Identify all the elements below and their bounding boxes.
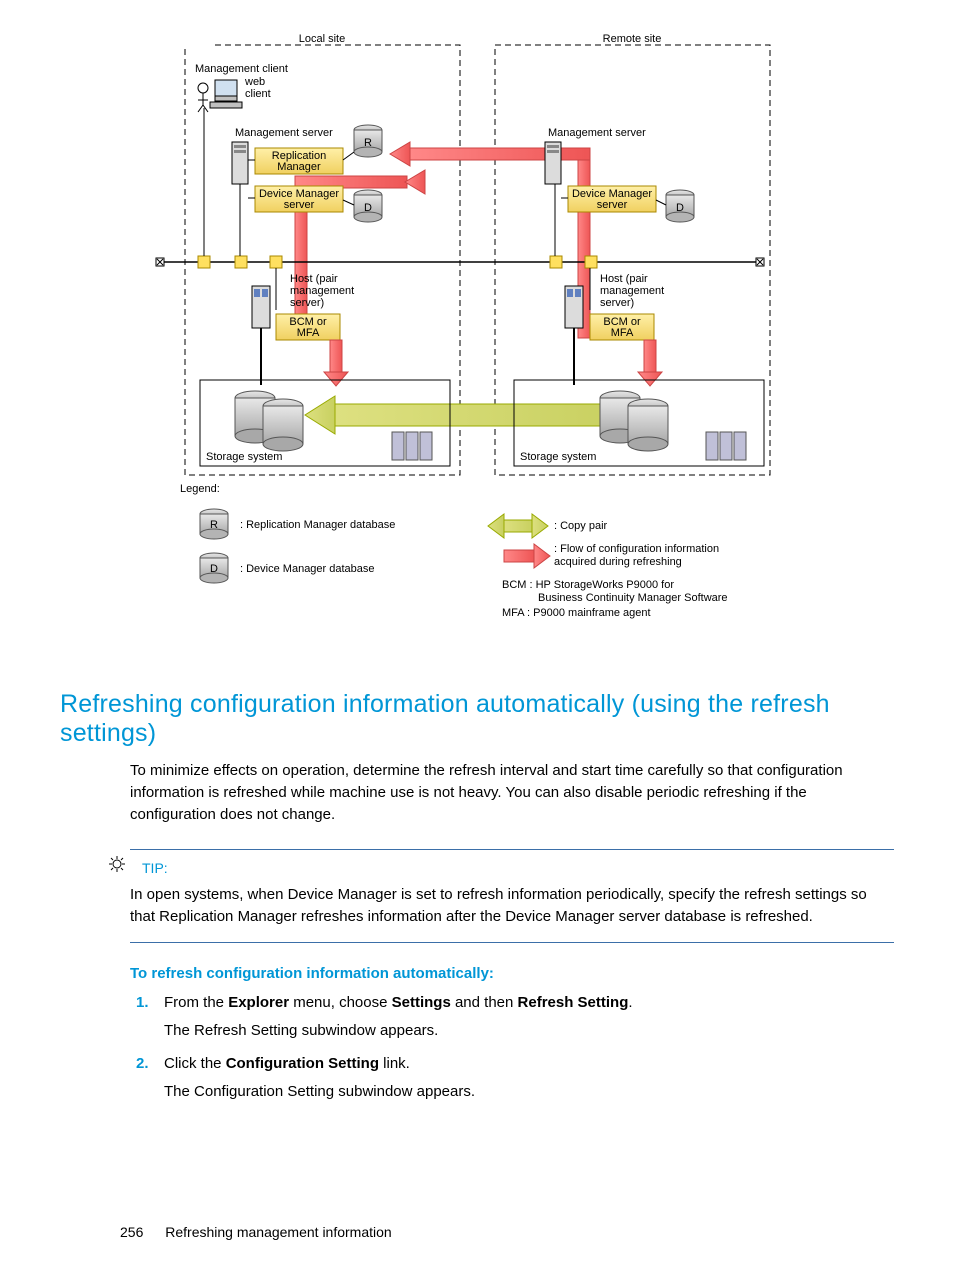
svg-text:Host (pair: Host (pair: [290, 273, 338, 285]
step-1: From the Explorer menu, choose Settings …: [158, 992, 894, 1043]
svg-text:R: R: [210, 519, 218, 531]
svg-text:BCM : HP StorageWorks P9000 fo: BCM : HP StorageWorks P9000 for: [502, 579, 674, 591]
legend-label: Legend:: [180, 483, 220, 495]
intro-paragraph: To minimize effects on operation, determ…: [130, 760, 894, 825]
svg-text:Storage system: Storage system: [520, 451, 596, 463]
svg-text:Manager: Manager: [277, 161, 321, 173]
svg-text:: Device Manager database: : Device Manager database: [240, 563, 375, 575]
svg-text:Host (pair: Host (pair: [600, 273, 648, 285]
tip-box: TIP: In open systems, when Device Manage…: [130, 849, 894, 943]
svg-text:: Replication Manager database: : Replication Manager database: [240, 519, 395, 531]
svg-text:management: management: [290, 285, 354, 297]
svg-text:management: management: [600, 285, 664, 297]
svg-text:server): server): [290, 297, 324, 309]
svg-text:server: server: [597, 199, 628, 211]
footer-title: Refreshing management information: [165, 1224, 391, 1240]
svg-text:server: server: [284, 199, 315, 211]
procedure-list: From the Explorer menu, choose Settings …: [130, 992, 894, 1104]
mgmt-client-label: Management client: [195, 63, 288, 75]
architecture-diagram: Local site Remote site Management client…: [140, 30, 894, 650]
remote-site-label: Remote site: [603, 33, 662, 45]
svg-text:client: client: [245, 88, 271, 100]
db-r-icon: R: [354, 125, 382, 157]
svg-text:Business Continuity Manager So: Business Continuity Manager Software: [538, 592, 728, 604]
svg-text:web: web: [244, 76, 265, 88]
svg-text:MFA: MFA: [297, 327, 320, 339]
svg-text:MFA: MFA: [611, 327, 634, 339]
step-2-result: The Configuration Setting subwindow appe…: [164, 1081, 894, 1104]
svg-text:R: R: [364, 137, 372, 149]
local-site-label: Local site: [299, 33, 345, 45]
db-d-icon: D: [354, 190, 382, 222]
step-1-result: The Refresh Setting subwindow appears.: [164, 1020, 894, 1043]
page-footer: 256 Refreshing management information: [60, 1224, 894, 1240]
procedure-heading: To refresh configuration information aut…: [130, 965, 894, 982]
lightbulb-icon: [108, 856, 126, 874]
page-number: 256: [120, 1224, 143, 1240]
svg-text:D: D: [210, 563, 218, 575]
mgmt-server-label-remote: Management server: [548, 127, 646, 139]
storage-cylinders-icon: [235, 391, 303, 451]
svg-text:D: D: [676, 202, 684, 214]
mgmt-server-label-local: Management server: [235, 127, 333, 139]
tip-label: TIP:: [142, 860, 168, 876]
svg-text:: Flow of configuration inform: : Flow of configuration information: [554, 543, 719, 555]
tip-text: In open systems, when Device Manager is …: [130, 884, 894, 928]
section-heading: Refreshing configuration information aut…: [60, 690, 894, 748]
svg-text:acquired during refreshing: acquired during refreshing: [554, 556, 682, 568]
svg-text:Storage system: Storage system: [206, 451, 282, 463]
svg-text:server): server): [600, 297, 634, 309]
step-2: Click the Configuration Setting link. Th…: [158, 1053, 894, 1104]
svg-text:MFA : P9000 mainframe agent: MFA : P9000 mainframe agent: [502, 607, 651, 619]
svg-text:D: D: [364, 202, 372, 214]
svg-text:: Copy pair: : Copy pair: [554, 520, 608, 532]
